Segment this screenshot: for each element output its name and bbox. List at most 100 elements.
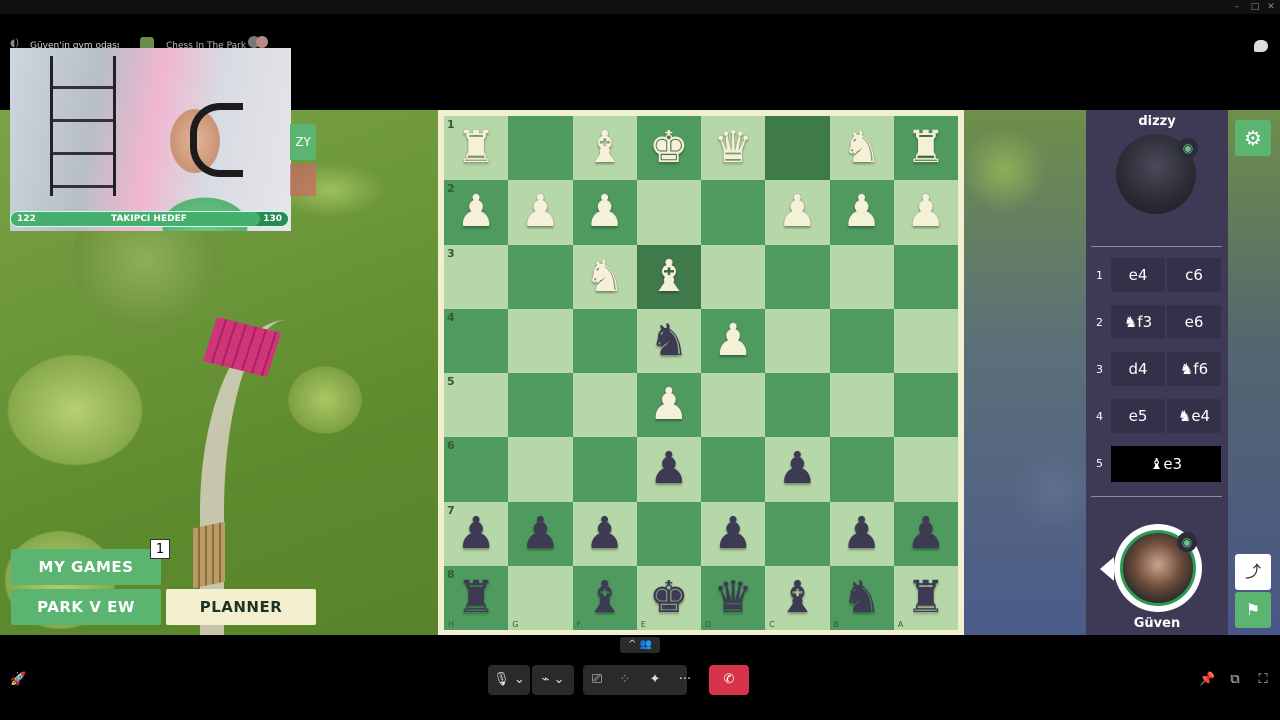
- black-queen-icon[interactable]: ♛: [713, 575, 752, 620]
- square[interactable]: 6: [444, 437, 509, 502]
- square[interactable]: ♟: [765, 180, 830, 245]
- square[interactable]: [893, 373, 958, 438]
- black-pawn-icon[interactable]: ♟: [521, 511, 560, 556]
- square[interactable]: [829, 244, 894, 309]
- square[interactable]: ♞: [636, 308, 701, 373]
- square[interactable]: 2 ♟: [444, 180, 509, 245]
- square[interactable]: [508, 373, 573, 438]
- square[interactable]: [572, 308, 637, 373]
- square[interactable]: [829, 308, 894, 373]
- square[interactable]: ♟: [572, 180, 637, 245]
- square[interactable]: ♝: [636, 244, 701, 309]
- black-move[interactable]: e6: [1167, 305, 1221, 339]
- black-pawn-icon[interactable]: ♟: [649, 447, 688, 491]
- white-pawn-icon[interactable]: ♟: [521, 190, 560, 234]
- square[interactable]: 4: [444, 308, 509, 373]
- square[interactable]: ♟: [636, 373, 701, 438]
- square[interactable]: ♝: [572, 116, 637, 181]
- black-pawn-icon[interactable]: ♟: [778, 447, 817, 491]
- eye-icon[interactable]: ◉: [1177, 532, 1197, 552]
- square[interactable]: [572, 373, 637, 438]
- white-pawn-icon[interactable]: ♟: [585, 190, 624, 234]
- square[interactable]: [636, 501, 701, 566]
- pin-icon[interactable]: 📌: [1199, 672, 1215, 688]
- square[interactable]: 5: [444, 373, 509, 438]
- white-pawn-icon[interactable]: ♟: [842, 190, 881, 234]
- square[interactable]: F ♝: [572, 565, 637, 630]
- square[interactable]: [765, 116, 830, 181]
- popout-icon[interactable]: ⧉: [1227, 672, 1243, 688]
- chessboard[interactable]: 1 ♜ ♝ ♚ ♛ ♞ ♜ 2 ♟ ♟ ♟ ♟ ♟ ♟ 3 ♞ ♝ 4 ♞ ♟ 5 ♟ 6 ♟ ♟ 7 ♟ ♟ ♟ ♟ ♟ ♟ 8 H ♜ G F ♝ E ♚…: [444, 116, 958, 630]
- square[interactable]: ♟: [893, 501, 958, 566]
- square[interactable]: [508, 244, 573, 309]
- square[interactable]: 3: [444, 244, 509, 309]
- black-rook-icon[interactable]: ♜: [456, 575, 495, 620]
- white-pawn-icon[interactable]: ♟: [778, 190, 817, 234]
- minimize-button[interactable]: –: [1228, 0, 1246, 14]
- chat-icon[interactable]: [1254, 40, 1268, 52]
- square[interactable]: A ♜: [893, 565, 958, 630]
- square[interactable]: [893, 308, 958, 373]
- square[interactable]: [508, 308, 573, 373]
- planner-button[interactable]: PLANNER: [166, 589, 316, 625]
- square[interactable]: E ♚: [636, 565, 701, 630]
- black-pawn-icon[interactable]: ♟: [906, 511, 945, 556]
- white-bishop-icon[interactable]: ♝: [585, 126, 624, 170]
- white-pawn-icon[interactable]: ♟: [713, 318, 752, 363]
- white-rook-icon[interactable]: ♜: [906, 126, 945, 170]
- black-knight-icon[interactable]: ♞: [649, 318, 688, 363]
- square[interactable]: ♚: [636, 116, 701, 181]
- square[interactable]: [636, 180, 701, 245]
- square[interactable]: [893, 437, 958, 502]
- share-icon[interactable]: ⤴: [1235, 554, 1271, 590]
- white-move[interactable]: e5: [1111, 399, 1165, 433]
- black-pawn-icon[interactable]: ♟: [842, 511, 881, 556]
- black-rook-icon[interactable]: ♜: [906, 575, 945, 620]
- more-options-icon[interactable]: ···: [674, 665, 696, 695]
- square[interactable]: [508, 437, 573, 502]
- close-button[interactable]: ✕: [1262, 0, 1280, 14]
- square[interactable]: 1 ♜: [444, 116, 509, 181]
- fullscreen-icon[interactable]: ⛶: [1255, 672, 1271, 688]
- black-move[interactable]: ♞f6: [1167, 352, 1221, 386]
- square[interactable]: [893, 244, 958, 309]
- eye-icon[interactable]: ◉: [1178, 138, 1198, 158]
- microphone-button[interactable]: 🎙 ⌄: [488, 665, 530, 695]
- square[interactable]: [765, 373, 830, 438]
- black-move[interactable]: ♞e4: [1167, 399, 1221, 433]
- black-pawn-icon[interactable]: ♟: [585, 511, 624, 556]
- square[interactable]: [829, 373, 894, 438]
- square[interactable]: B ♞: [829, 565, 894, 630]
- camera-button[interactable]: ⌁ ⌄: [532, 665, 574, 695]
- park-view-button[interactable]: PARK V EW: [11, 589, 161, 625]
- square[interactable]: ♟: [636, 437, 701, 502]
- square[interactable]: [508, 116, 573, 181]
- leave-call-button[interactable]: ✆: [709, 665, 749, 695]
- square[interactable]: ♟: [508, 180, 573, 245]
- square[interactable]: [572, 437, 637, 502]
- square[interactable]: G: [508, 565, 573, 630]
- black-bishop-icon[interactable]: ♝: [778, 575, 817, 620]
- square[interactable]: ♞: [572, 244, 637, 309]
- square[interactable]: [701, 180, 766, 245]
- white-rook-icon[interactable]: ♜: [456, 126, 495, 170]
- white-queen-icon[interactable]: ♛: [713, 126, 752, 170]
- black-knight-icon[interactable]: ♞: [842, 575, 881, 620]
- square[interactable]: [701, 244, 766, 309]
- square[interactable]: C ♝: [765, 565, 830, 630]
- square[interactable]: ♟: [765, 437, 830, 502]
- white-knight-icon[interactable]: ♞: [585, 254, 624, 299]
- player-tag[interactable]: ZY: [290, 124, 316, 160]
- settings-gear-icon[interactable]: ⚙: [1235, 120, 1271, 156]
- player-tag-secondary[interactable]: [290, 164, 316, 196]
- black-move[interactable]: c6: [1167, 258, 1221, 292]
- screen-share-icon[interactable]: ⎚: [586, 665, 608, 695]
- square[interactable]: 8 H ♜: [444, 565, 509, 630]
- white-knight-icon[interactable]: ♞: [842, 126, 881, 170]
- my-games-button[interactable]: MY GAMES: [11, 549, 161, 585]
- square[interactable]: ♟: [572, 501, 637, 566]
- square[interactable]: D ♛: [701, 565, 766, 630]
- white-pawn-icon[interactable]: ♟: [456, 190, 495, 234]
- square[interactable]: [829, 437, 894, 502]
- white-move[interactable]: ♞f3: [1111, 305, 1165, 339]
